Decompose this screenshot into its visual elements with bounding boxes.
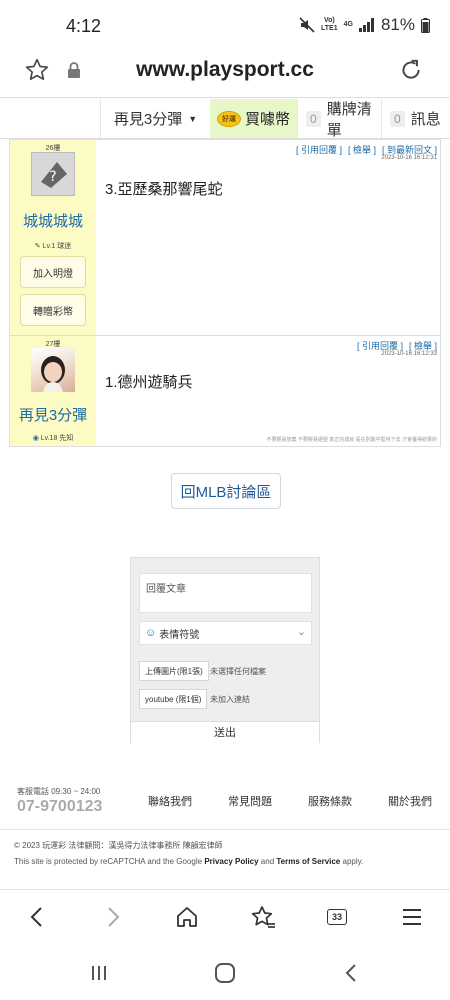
volte-indicator: Vo) LTE1 (321, 17, 338, 32)
post-item: 27樓 再見3分彈 ◉ Lv.18 先知 [ 引用回覆 ] [ 檢舉 ] 202… (10, 336, 440, 446)
reply-form: 回覆文章 ☺ 表情符號 ⌄ 上傳圖片(限1張) 未選擇任何檔案 youtube … (130, 557, 320, 743)
network-type: 4G (343, 21, 353, 28)
pencil-icon: ✎ (34, 243, 41, 250)
recent-apps-icon[interactable] (84, 961, 114, 985)
submit-button[interactable]: 送出 (131, 721, 319, 743)
footer-link-about[interactable]: 關於我們 (388, 793, 432, 809)
youtube-link-status: 未加入連結 (210, 695, 250, 704)
upload-image-button[interactable]: 上傳圖片(限1張) (139, 661, 209, 681)
browser-url-bar: www.playsport.cc (0, 52, 450, 98)
reply-textarea[interactable]: 回覆文章 (139, 573, 312, 613)
bookmarks-star-icon[interactable] (248, 902, 278, 932)
youtube-link-button[interactable]: youtube (限1個) (139, 689, 208, 709)
home-nav-icon[interactable] (210, 961, 240, 985)
question-avatar-icon: ? (41, 162, 67, 188)
back-nav-icon[interactable] (336, 961, 366, 985)
messages-link[interactable]: 0 訊息 (381, 99, 450, 138)
tabs-button[interactable]: 33 (322, 902, 352, 932)
follow-button[interactable]: 加入明燈 (20, 256, 86, 288)
author-level: ◉ Lv.18 先知 (32, 435, 74, 442)
privacy-policy-link[interactable]: Privacy Policy (204, 857, 258, 866)
avatar[interactable] (31, 348, 75, 392)
browser-toolbar: 33 (0, 889, 450, 945)
service-hours: 客服電話 09:30 ~ 24:00 (17, 787, 101, 796)
post-item: 26樓 ? 城城城城 ✎ Lv.1 球迷 加入明燈 轉贈彩幣 [ 引用回覆 ] … (10, 140, 440, 336)
tab-count: 33 (327, 909, 347, 925)
post-time: 2023-10-16 16:12:33 (381, 351, 437, 357)
author-level: ✎ Lv.1 球迷 (34, 243, 72, 250)
back-arrow-icon[interactable] (22, 902, 52, 932)
coin-logo-icon: 好運 (216, 110, 241, 127)
user-photo-icon (41, 356, 65, 392)
buy-coin-button[interactable]: 好運 買噱幣 (210, 99, 297, 138)
system-nav-bar (0, 946, 450, 1000)
battery-icon (421, 17, 430, 33)
post-time: 2023-10-16 16:12:31 (381, 155, 437, 161)
status-time: 4:12 (66, 16, 102, 36)
mute-icon (299, 17, 315, 33)
footer-link-contact[interactable]: 聯絡我們 (148, 793, 192, 809)
recaptcha-notice: This site is protected by reCAPTCHA and … (14, 857, 364, 866)
level-badge-icon: ◉ (32, 435, 39, 442)
footer-divider (0, 829, 450, 830)
cart-link[interactable]: 0 購牌清單 (297, 99, 381, 139)
footer-link-faq[interactable]: 常見問題 (228, 793, 272, 809)
post-content: 3.亞歷桑那響尾蛇 (105, 181, 223, 198)
battery-percent: 81% (380, 15, 415, 34)
back-to-board-button[interactable]: 回MLB討論區 (171, 473, 281, 509)
menu-icon[interactable] (397, 902, 427, 932)
gift-coin-button[interactable]: 轉贈彩幣 (20, 294, 86, 326)
forward-arrow-icon[interactable] (98, 902, 128, 932)
author-name[interactable]: 再見3分彈 (10, 404, 96, 425)
smile-icon: ☺ (145, 627, 157, 639)
home-icon[interactable] (172, 902, 202, 932)
reload-icon[interactable] (398, 57, 424, 88)
user-menu[interactable]: 再見3分彈 ▼ (100, 99, 210, 138)
url-text[interactable]: www.playsport.cc (0, 58, 450, 82)
author-sidebar: 26樓 ? 城城城城 ✎ Lv.1 球迷 加入明燈 轉贈彩幣 (10, 140, 96, 335)
svg-text:?: ? (49, 169, 56, 185)
upload-image-status: 未選擇任何檔案 (210, 667, 266, 676)
service-phone[interactable]: 07-9700123 (17, 798, 102, 816)
report-link[interactable]: [ 檢舉 ] (348, 143, 376, 156)
site-nav: 再見3分彈 ▼ 好運 買噱幣 0 購牌清單 0 訊息 (0, 99, 450, 139)
post-list: 26樓 ? 城城城城 ✎ Lv.1 球迷 加入明燈 轉贈彩幣 [ 引用回覆 ] … (9, 139, 441, 447)
signature-text: 不要輕易放棄 不要輕易絕望 真正的成就 是在別酸中堅持下去 才會獲得結果的 (266, 437, 437, 443)
site-footer: 客服電話 09:30 ~ 24:00 07-9700123 聯絡我們 常見問題 … (0, 783, 450, 887)
chevron-down-icon: ⌄ (296, 626, 306, 638)
footer-link-terms[interactable]: 服務條款 (308, 793, 352, 809)
signal-icon (358, 18, 374, 32)
avatar[interactable]: ? (31, 152, 75, 196)
emoji-select[interactable]: ☺ 表情符號 ⌄ (139, 621, 312, 645)
author-sidebar: 27樓 再見3分彈 ◉ Lv.18 先知 (10, 336, 96, 446)
post-content: 1.德州遊騎兵 (105, 374, 193, 391)
terms-of-service-link[interactable]: Terms of Service (276, 857, 340, 866)
author-name[interactable]: 城城城城 (10, 210, 96, 231)
message-count-badge: 0 (390, 110, 405, 127)
cart-count-badge: 0 (306, 110, 321, 127)
status-bar: 4:12 Vo) LTE1 4G 81% (0, 0, 450, 52)
copyright: © 2023 玩運彩 法律顧問：漢吳得力法律事務所 陳韻宏律師 (14, 841, 223, 850)
caret-down-icon: ▼ (188, 113, 198, 124)
quote-reply-link[interactable]: [ 引用回覆 ] (296, 143, 342, 156)
